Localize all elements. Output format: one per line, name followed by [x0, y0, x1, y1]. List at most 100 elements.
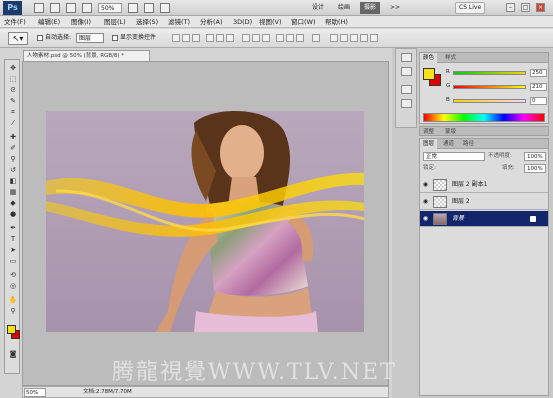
- tab-masks[interactable]: 蒙版: [442, 127, 459, 137]
- hand-tool-icon[interactable]: [82, 3, 92, 13]
- layer-name[interactable]: 背景: [452, 214, 464, 223]
- image-canvas[interactable]: [46, 111, 364, 332]
- tab-paths[interactable]: 路径: [460, 139, 477, 149]
- close-icon[interactable]: ×: [536, 3, 545, 12]
- menu-help[interactable]: 帮助(H): [325, 17, 348, 27]
- actions-panel-icon[interactable]: [401, 67, 412, 76]
- rotate-view-icon[interactable]: [128, 3, 138, 13]
- workspace-painting[interactable]: 绘画: [334, 2, 354, 14]
- eye-icon[interactable]: ◉: [422, 181, 429, 188]
- zoom-tool-icon[interactable]: ⚲: [8, 307, 18, 316]
- distribute-bottom-icon[interactable]: [262, 34, 270, 42]
- 3d-slide-icon[interactable]: [360, 34, 368, 42]
- tab-adjustments[interactable]: 调整: [420, 127, 437, 137]
- hand-tool-icon[interactable]: ✋: [8, 296, 18, 305]
- quick-mask-icon[interactable]: ◙: [8, 350, 18, 359]
- layer-name[interactable]: 图层 2: [452, 197, 470, 206]
- blur-tool-icon[interactable]: ◆: [8, 199, 18, 208]
- brush-tool-icon[interactable]: ✐: [8, 144, 18, 153]
- healing-brush-tool-icon[interactable]: ✚: [8, 133, 18, 142]
- foreground-color-swatch[interactable]: [7, 325, 16, 334]
- paragraph-panel-icon[interactable]: [401, 99, 412, 108]
- menu-analysis[interactable]: 分析(A): [200, 17, 223, 27]
- tab-color[interactable]: 颜色: [420, 53, 438, 63]
- shape-tool-icon[interactable]: ▭: [8, 257, 18, 266]
- workspace-photography[interactable]: 摄影: [360, 2, 381, 14]
- 3d-roll-icon[interactable]: [340, 34, 348, 42]
- tab-layers[interactable]: 图层: [420, 139, 438, 149]
- auto-select-dropdown[interactable]: 图层: [76, 33, 104, 43]
- pen-tool-icon[interactable]: ✒: [8, 224, 18, 233]
- 3d-orbit-tool-icon[interactable]: ◎: [8, 282, 18, 291]
- color-spectrum-bar[interactable]: [423, 113, 545, 122]
- foreground-color-chip[interactable]: [423, 68, 435, 80]
- tab-channels[interactable]: 通道: [440, 139, 457, 149]
- eraser-tool-icon[interactable]: ◧: [8, 177, 18, 186]
- layer-name[interactable]: 图层 2 副本1: [452, 180, 487, 189]
- menu-view[interactable]: 视图(V): [259, 17, 282, 27]
- layer-row-copy[interactable]: ◉ 图层 2 副本1: [420, 177, 548, 193]
- 3d-scale-icon[interactable]: [370, 34, 378, 42]
- auto-align-icon[interactable]: [312, 34, 320, 42]
- document-tab[interactable]: 人物素材.psd @ 50% (背景, RGB/8) *: [23, 50, 150, 61]
- menu-file[interactable]: 文件(F): [4, 17, 26, 27]
- status-zoom-field[interactable]: 50%: [24, 388, 46, 397]
- move-tool-icon[interactable]: ✥: [8, 64, 18, 73]
- menu-select[interactable]: 选择(S): [136, 17, 158, 27]
- 3d-drag-icon[interactable]: [350, 34, 358, 42]
- eye-icon[interactable]: ◉: [422, 215, 429, 222]
- character-panel-icon[interactable]: [401, 85, 412, 94]
- tab-styles[interactable]: 样式: [442, 53, 459, 63]
- zoom-level[interactable]: 50%: [98, 3, 122, 13]
- 3d-rotate-icon[interactable]: [330, 34, 338, 42]
- distribute-left-icon[interactable]: [276, 34, 284, 42]
- path-selection-tool-icon[interactable]: ➤: [8, 246, 18, 255]
- fill-field[interactable]: 100%: [524, 164, 546, 173]
- auto-select-checkbox[interactable]: [37, 35, 43, 41]
- menu-3d[interactable]: 3D(D): [233, 17, 252, 27]
- channel-b-slider[interactable]: [453, 99, 526, 103]
- history-panel-icon[interactable]: [401, 53, 412, 62]
- menu-image[interactable]: 图像(I): [71, 17, 91, 27]
- show-transform-checkbox[interactable]: [112, 35, 118, 41]
- workspace-design[interactable]: 设计: [308, 2, 328, 14]
- align-left-icon[interactable]: [206, 34, 214, 42]
- channel-g-slider[interactable]: [453, 85, 526, 89]
- maximize-icon[interactable]: □: [521, 3, 530, 12]
- document-size-info[interactable]: 文档:2.78M/7.70M: [83, 388, 132, 397]
- screen-mode-icon[interactable]: [160, 3, 170, 13]
- bridge-icon[interactable]: [34, 3, 44, 13]
- align-hcenter-icon[interactable]: [216, 34, 224, 42]
- menu-window[interactable]: 窗口(W): [291, 17, 316, 27]
- opacity-field[interactable]: 100%: [524, 152, 546, 161]
- menu-layer[interactable]: 图层(L): [104, 17, 126, 27]
- minimize-icon[interactable]: –: [506, 3, 515, 12]
- cs-live-button[interactable]: CS Live: [455, 2, 486, 14]
- channel-b-value[interactable]: 0: [530, 97, 547, 105]
- gradient-tool-icon[interactable]: ▦: [8, 188, 18, 197]
- distribute-top-icon[interactable]: [242, 34, 250, 42]
- 3d-rotate-tool-icon[interactable]: ⟲: [8, 271, 18, 280]
- channel-g-value[interactable]: 210: [530, 83, 547, 91]
- history-brush-tool-icon[interactable]: ↺: [8, 166, 18, 175]
- layer-row-2[interactable]: ◉ 图层 2: [420, 194, 548, 210]
- align-bottom-icon[interactable]: [192, 34, 200, 42]
- grid-icon[interactable]: [66, 3, 76, 13]
- dodge-tool-icon[interactable]: ●: [8, 210, 18, 219]
- type-tool-icon[interactable]: T: [8, 235, 18, 244]
- marquee-tool-icon[interactable]: ⬚: [8, 75, 18, 84]
- align-top-icon[interactable]: [172, 34, 180, 42]
- distribute-right-icon[interactable]: [296, 34, 304, 42]
- channel-r-slider[interactable]: [453, 71, 526, 75]
- blend-mode-select[interactable]: 正常: [423, 152, 485, 161]
- layer-row-background[interactable]: ◉ 背景: [420, 211, 548, 227]
- lasso-tool-icon[interactable]: ᘓ: [8, 86, 18, 95]
- align-right-icon[interactable]: [226, 34, 234, 42]
- distribute-hcenter-icon[interactable]: [286, 34, 294, 42]
- tool-preset-picker[interactable]: ↖▾: [8, 32, 28, 45]
- workspace-more[interactable]: >>: [386, 2, 404, 14]
- channel-r-value[interactable]: 250: [530, 69, 547, 77]
- arrange-documents-icon[interactable]: [144, 3, 154, 13]
- eye-icon[interactable]: ◉: [422, 198, 429, 205]
- menu-edit[interactable]: 编辑(E): [38, 17, 60, 27]
